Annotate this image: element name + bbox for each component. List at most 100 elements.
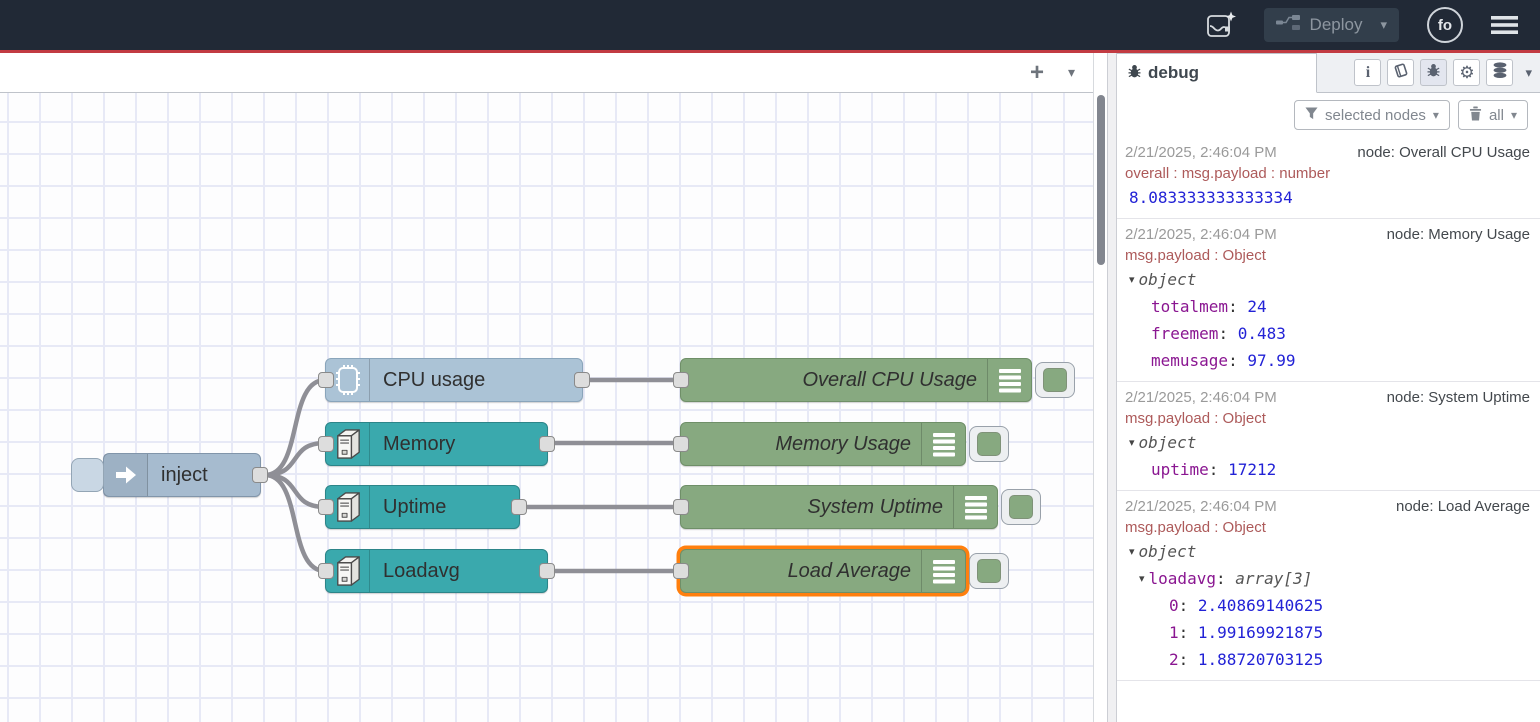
avatar-initials: fo — [1438, 17, 1452, 34]
message-node-name[interactable]: node: Load Average — [1396, 496, 1530, 517]
message-property[interactable]: msg.payload : Object — [1125, 245, 1530, 266]
message-property[interactable]: msg.payload : Object — [1125, 408, 1530, 429]
header: Deploy ▾ fo — [0, 0, 1540, 50]
clear-messages-button[interactable]: all ▾ — [1458, 100, 1528, 130]
deploy-caret-icon[interactable]: ▾ — [1372, 17, 1387, 33]
debug-toggle-state — [977, 432, 1001, 456]
ai-assistant-icon[interactable] — [1206, 11, 1236, 39]
node-label: CPU usage — [383, 369, 485, 392]
tool-button-database-icon[interactable] — [1486, 59, 1513, 86]
trash-icon — [1469, 106, 1482, 125]
debug-lines-icon — [921, 550, 965, 592]
sidebar-splitter[interactable] — [1107, 53, 1117, 722]
sidebar-tool-buttons: i ⚙ ▾ — [1354, 53, 1540, 92]
payload-key-value-row: 0: 2.40869140625 — [1125, 592, 1530, 619]
debug-toggle-button[interactable] — [969, 553, 1009, 589]
collapse-caret-icon[interactable]: ▾ — [1139, 565, 1145, 592]
deploy-button[interactable]: Deploy ▾ — [1264, 8, 1399, 42]
menu-icon[interactable] — [1491, 15, 1518, 35]
sidebar: debug i ⚙ ▾ selected nodes ▾ — [1117, 53, 1540, 722]
output-port[interactable] — [539, 563, 555, 579]
header-actions: Deploy ▾ fo — [1206, 7, 1540, 43]
filter-nodes-button[interactable]: selected nodes ▾ — [1294, 100, 1450, 130]
message-timestamp: 2/21/2025, 2:46:04 PM — [1125, 387, 1277, 408]
inject-trigger-button[interactable] — [71, 458, 104, 492]
node-label: Loadavg — [383, 560, 460, 583]
main-area: + ▾ inject CPU usage Memory Uptime Loadavg Ov… — [0, 53, 1540, 722]
debug-toggle-state — [1043, 368, 1067, 392]
flow-node-debug-memory[interactable]: Memory Usage — [680, 422, 966, 466]
input-port[interactable] — [673, 372, 689, 388]
flow-node-memory[interactable]: Memory — [325, 422, 548, 466]
debug-toggle-button[interactable] — [969, 426, 1009, 462]
payload-key-value-row: totalmem: 24 — [1125, 293, 1530, 320]
payload-object-row: ▾object — [1125, 429, 1530, 456]
tool-button-info-icon[interactable]: i — [1354, 59, 1381, 86]
collapse-caret-icon[interactable]: ▾ — [1129, 538, 1135, 565]
book-icon — [1393, 63, 1409, 83]
message-timestamp: 2/21/2025, 2:46:04 PM — [1125, 142, 1277, 163]
flow-node-debug-overall-cpu[interactable]: Overall CPU Usage — [680, 358, 1032, 402]
node-label: Memory — [383, 433, 455, 456]
flow-canvas[interactable]: inject CPU usage Memory Uptime Loadavg Overal… — [0, 93, 1093, 722]
flow-node-loadavg[interactable]: Loadavg — [325, 549, 548, 593]
node-red-app: Deploy ▾ fo + ▾ injectCP — [0, 0, 1540, 722]
node-label: System Uptime — [807, 496, 943, 519]
payload-key-value-row: freemem: 0.483 — [1125, 320, 1530, 347]
collapse-caret-icon[interactable]: ▾ — [1129, 266, 1135, 293]
workspace: + ▾ inject CPU usage Memory Uptime Loadavg Ov… — [0, 53, 1093, 722]
output-port[interactable] — [574, 372, 590, 388]
canvas-scrollbar[interactable] — [1093, 53, 1107, 722]
input-port[interactable] — [318, 563, 334, 579]
tool-button-gear-icon[interactable]: ⚙ — [1453, 59, 1480, 86]
output-port[interactable] — [539, 436, 555, 452]
debug-toggle-button[interactable] — [1035, 362, 1075, 398]
input-port[interactable] — [673, 563, 689, 579]
message-timestamp: 2/21/2025, 2:46:04 PM — [1125, 496, 1277, 517]
message-node-name[interactable]: node: Overall CPU Usage — [1357, 142, 1530, 163]
node-label: Memory Usage — [775, 433, 911, 456]
canvas-scrollbar-thumb[interactable] — [1097, 95, 1105, 265]
flow-node-cpu-usage[interactable]: CPU usage — [325, 358, 583, 402]
input-port[interactable] — [318, 499, 334, 515]
input-port[interactable] — [673, 499, 689, 515]
debug-toggle-state — [977, 559, 1001, 583]
node-label: inject — [161, 464, 208, 487]
output-port[interactable] — [511, 499, 527, 515]
sidebar-tab-list-caret-icon[interactable]: ▾ — [1525, 65, 1532, 81]
debug-lines-icon — [921, 423, 965, 465]
input-port[interactable] — [318, 436, 334, 452]
flow-node-debug-loadavg[interactable]: Load Average — [680, 549, 966, 593]
flow-node-uptime[interactable]: Uptime — [325, 485, 520, 529]
node-label: Uptime — [383, 496, 446, 519]
filter-caret-icon: ▾ — [1433, 108, 1439, 122]
tool-button-book-icon[interactable] — [1387, 59, 1414, 86]
input-port[interactable] — [318, 372, 334, 388]
clear-caret-icon: ▾ — [1511, 108, 1517, 122]
debug-message: 2/21/2025, 2:46:04 PM node: System Uptime… — [1117, 382, 1540, 491]
flow-node-debug-uptime[interactable]: System Uptime — [680, 485, 998, 529]
debug-toggle-button[interactable] — [1001, 489, 1041, 525]
node-label: Overall CPU Usage — [802, 369, 977, 392]
debug-message: 2/21/2025, 2:46:04 PM node: Overall CPU U… — [1117, 137, 1540, 219]
tab-debug[interactable]: debug — [1117, 53, 1317, 93]
workspace-tab-bar: + ▾ — [0, 53, 1093, 93]
message-node-name[interactable]: node: Memory Usage — [1387, 224, 1530, 245]
sidebar-tab-label: debug — [1148, 63, 1199, 83]
payload-object-row: ▾object — [1125, 266, 1530, 293]
bug-icon — [1127, 63, 1142, 84]
message-property[interactable]: overall : msg.payload : number — [1125, 163, 1530, 184]
user-avatar[interactable]: fo — [1427, 7, 1463, 43]
collapse-caret-icon[interactable]: ▾ — [1129, 429, 1135, 456]
node-label: Load Average — [788, 560, 911, 583]
output-port[interactable] — [252, 467, 268, 483]
flow-list-caret-icon[interactable]: ▾ — [1068, 64, 1075, 81]
message-property[interactable]: msg.payload : Object — [1125, 517, 1530, 538]
deploy-icon — [1276, 15, 1300, 35]
flow-node-inject[interactable]: inject — [103, 453, 261, 497]
tool-button-bug-icon[interactable] — [1420, 59, 1447, 86]
payload-key-value-row: 2: 1.88720703125 — [1125, 646, 1530, 673]
message-node-name[interactable]: node: System Uptime — [1387, 387, 1530, 408]
add-flow-button[interactable]: + — [1030, 61, 1044, 85]
input-port[interactable] — [673, 436, 689, 452]
